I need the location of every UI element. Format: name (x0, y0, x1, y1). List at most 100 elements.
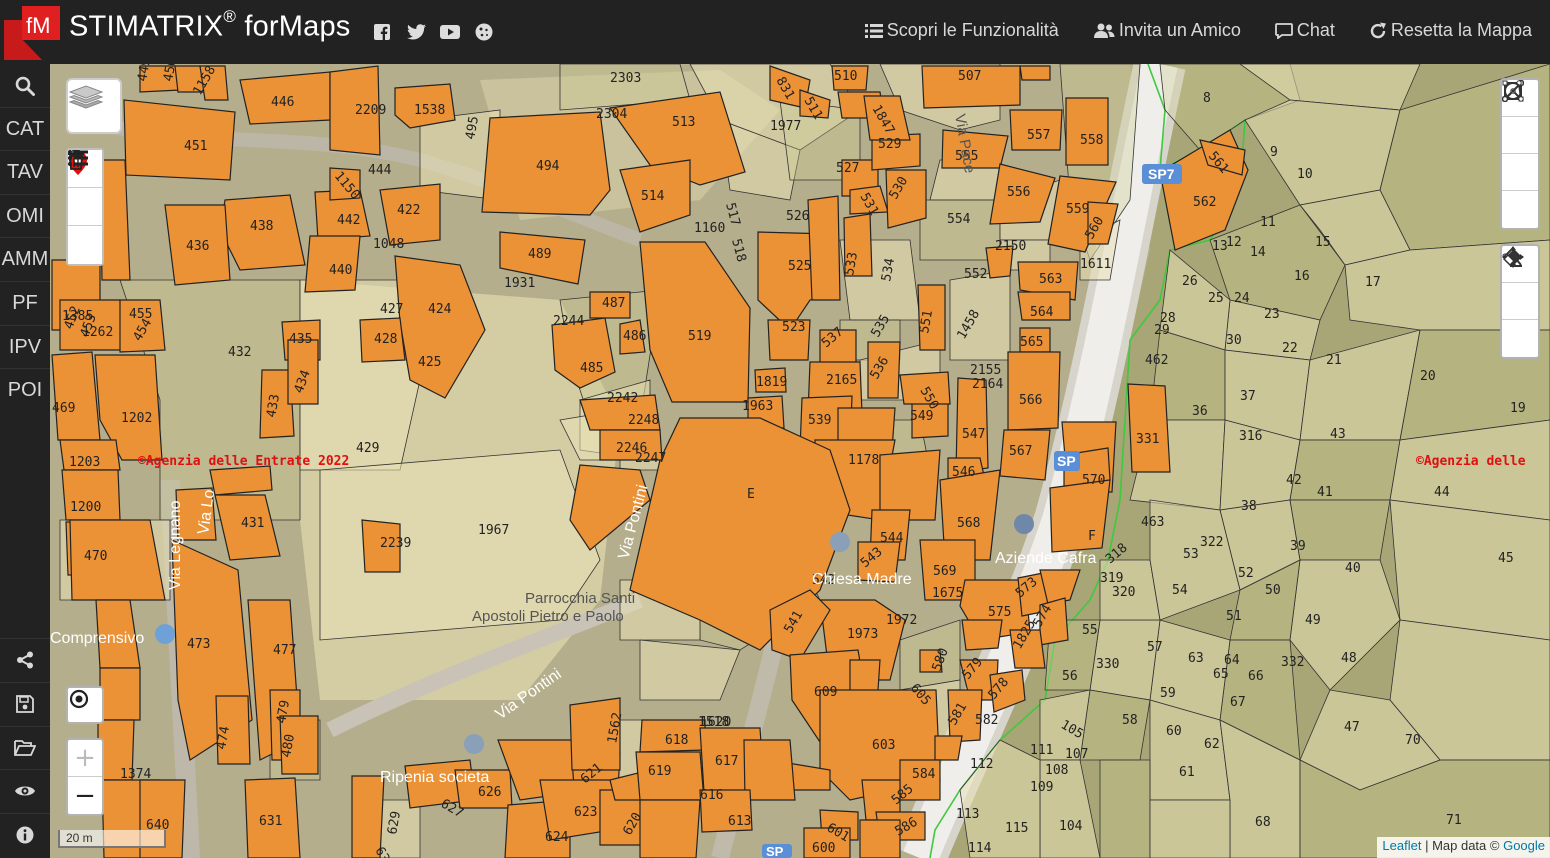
parcel-number: 489 (528, 247, 551, 262)
delete-button[interactable] (68, 150, 102, 264)
open-folder-button[interactable] (0, 726, 50, 769)
parcel-number: 107 (1065, 747, 1088, 762)
road-shield-label: SP (1057, 453, 1076, 469)
info-button[interactable] (0, 813, 50, 856)
parcel-number: 1178 (848, 453, 879, 468)
parcel-number: 38 (1241, 499, 1257, 514)
parcel-number: 1675 (932, 586, 963, 601)
top-nav: Scopri le Funzionalità Invita un Amico C… (864, 20, 1532, 41)
building-parcel (51, 351, 101, 441)
facebook-icon[interactable] (370, 22, 394, 42)
draw-rectangle-button[interactable] (1502, 80, 1538, 154)
parcel-number: 2209 (355, 103, 386, 118)
parcel-number: 631 (259, 814, 282, 829)
sidebar-item-tav[interactable]: TAV (0, 150, 50, 193)
land-plot (1099, 759, 1151, 858)
parcel-number: 51 (1226, 609, 1242, 624)
parcel-number: 567 (1009, 444, 1032, 459)
parcel-number: 559 (1066, 202, 1089, 217)
parcel-number: 529 (878, 137, 901, 152)
building-parcel (1065, 97, 1109, 166)
map-layer: 446451449 450 11582209 153823032304513 19778… (50, 64, 1550, 858)
chat-link[interactable]: Chat (1274, 20, 1335, 41)
parcel-number: 113 (956, 807, 979, 822)
parcel-number: 616 (700, 788, 723, 803)
eraser-button[interactable] (1502, 249, 1538, 357)
poi-label: Apostoli Pietro e Paolo (472, 608, 624, 625)
sidebar-label: OMI (6, 204, 44, 227)
sidebar-item-pf[interactable]: PF (0, 281, 50, 324)
parcel-number: 549 (910, 409, 933, 424)
parcel-number: 42 (1286, 473, 1302, 488)
share-button[interactable] (0, 638, 50, 681)
view-button[interactable] (0, 769, 50, 812)
parcel-number: 30 (1226, 333, 1242, 348)
youtube-icon[interactable] (438, 22, 462, 42)
parcel-number: 19 (1510, 401, 1526, 416)
layers-control[interactable] (66, 78, 122, 134)
parcel-number: 23 (1264, 307, 1280, 322)
sidebar-search-button[interactable] (0, 64, 50, 107)
parcel-number: 2304 (596, 107, 627, 122)
parcel-number: 510 (834, 69, 857, 84)
locate-button[interactable] (66, 686, 104, 724)
parcel-number: 2247 (635, 451, 666, 466)
twitter-icon[interactable] (404, 22, 428, 42)
parcel-number: 470 (84, 549, 107, 564)
land-plot (1389, 499, 1550, 641)
sidebar-item-poi[interactable]: POI (0, 368, 50, 411)
building-parcel (123, 99, 236, 181)
poi-label: Ripenia societa (380, 769, 490, 786)
info-icon (16, 826, 34, 844)
building-parcel (1049, 479, 1111, 553)
save-icon (16, 695, 34, 713)
sidebar-item-ipv[interactable]: IPV (0, 325, 50, 368)
leaflet-link[interactable]: Leaflet (1382, 838, 1421, 853)
parcel-number: 111 (1030, 743, 1053, 758)
building-parcel (934, 735, 963, 761)
sidebar-item-amm[interactable]: AMM (0, 237, 50, 280)
sidebar-item-omi[interactable]: OMI (0, 194, 50, 237)
eye-icon (15, 786, 35, 796)
parcel-number: 526 (786, 209, 809, 224)
parcel-number: 39 (1290, 539, 1306, 554)
parcel-number: 477 (273, 643, 296, 658)
parcel-number: 104 (1059, 819, 1083, 834)
list-button[interactable] (68, 150, 102, 226)
parcel-number: 546 (952, 465, 975, 480)
parcel-number: 557 (1027, 128, 1050, 143)
cookie-icon[interactable] (472, 22, 496, 42)
parcel-number: 60 (1166, 724, 1182, 739)
app-logo[interactable]: fM (4, 4, 62, 60)
parcel-number: 14 (1250, 245, 1266, 260)
features-link[interactable]: Scopri le Funzionalità (864, 20, 1059, 41)
watermark: ©Agenzia delle Entrate 2022 (138, 454, 349, 469)
parcel-number: 451 (184, 139, 207, 154)
save-button[interactable] (0, 682, 50, 725)
parcel-number: 463 (1141, 515, 1164, 530)
parcel-number: 422 (397, 203, 420, 218)
parcel-number: 539 (808, 413, 831, 428)
building-parcel (1007, 351, 1061, 431)
draw-polygon-button[interactable] (1502, 80, 1538, 191)
invite-friend-link[interactable]: Invita un Amico (1093, 20, 1241, 41)
parcel-number: 600 (812, 841, 835, 856)
parcel-number: 1203 (69, 455, 100, 470)
zoom-out-button[interactable]: − (68, 777, 102, 814)
map-canvas[interactable]: 446 451 449 450 1158 2209 1538 2303 2304 513 1977 8… (50, 64, 1550, 858)
app-suffix: forMaps (244, 10, 351, 43)
sidebar-item-cat[interactable]: CAT (0, 107, 50, 150)
zoom-in-button[interactable]: + (68, 740, 102, 777)
move-button[interactable] (1502, 246, 1538, 320)
reset-map-link[interactable]: Resetta la Mappa (1369, 20, 1532, 41)
parcel-number: 53 (1183, 547, 1199, 562)
parcel-number: 2242 (607, 391, 638, 406)
parcel-number: 1977 (770, 119, 801, 134)
circle-icon (1504, 82, 1522, 100)
building-parcel (807, 195, 841, 301)
google-link[interactable]: Google (1503, 838, 1545, 853)
attribution: Leaflet | Map data © Google (1377, 837, 1550, 858)
parcel-number: 112 (970, 757, 993, 772)
draw-circle-button[interactable] (1502, 82, 1538, 228)
parcel-number: 58 (1122, 713, 1138, 728)
